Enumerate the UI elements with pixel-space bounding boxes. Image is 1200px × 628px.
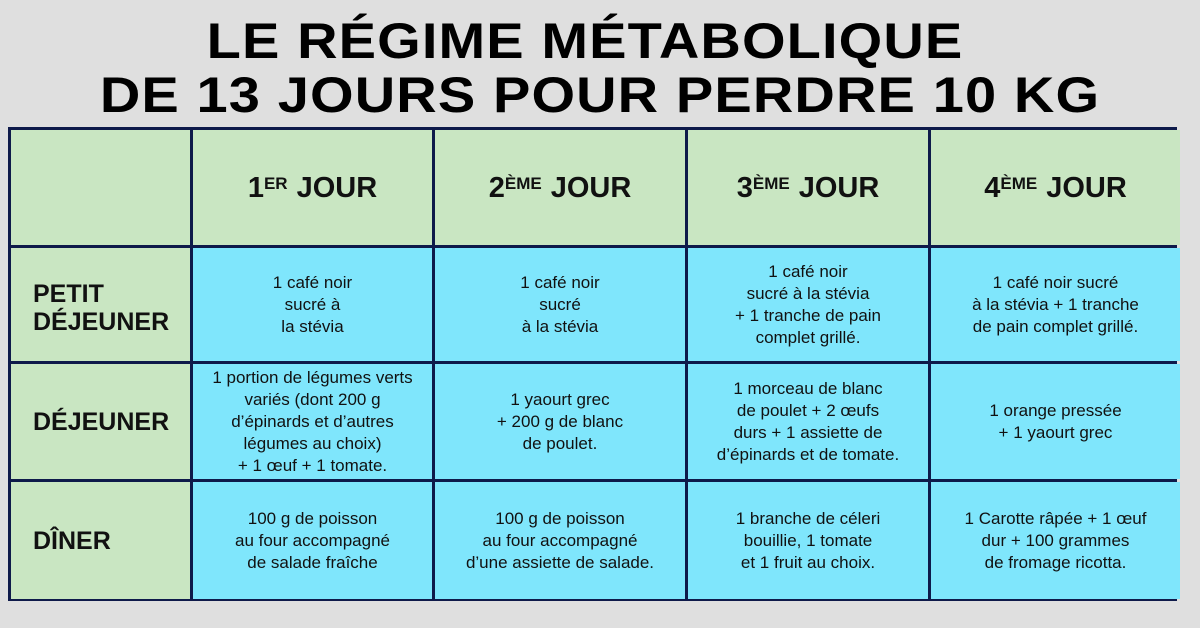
day-suffix: ER (263, 173, 288, 193)
day-header-3: 3 ÈME JOUR (688, 130, 928, 245)
day-number: 2 (488, 171, 505, 204)
meal-label-breakfast: PETIT DÉJEUNER (11, 248, 190, 361)
title-line-2: DE 13 JOURS POUR PERDRE 10 KG (99, 67, 1101, 123)
day-header-1: 1 ER JOUR (193, 130, 432, 245)
meal-cell: 100 g de poisson au four accompagné de s… (193, 482, 432, 599)
meal-cell: 1 café noir sucré à la stévia + 1 tranch… (688, 248, 928, 361)
day-label: JOUR (550, 171, 632, 204)
day-label: JOUR (1046, 171, 1127, 204)
meal-cell: 1 branche de céleri bouillie, 1 tomate e… (688, 482, 928, 599)
day-header-4: 4 ÈME JOUR (931, 130, 1180, 245)
day-number: 1 (247, 171, 264, 204)
day-suffix: ÈME (504, 173, 542, 193)
meal-cell: 1 café noir sucré à la stévia (193, 248, 432, 361)
meal-cell: 1 morceau de blanc de poulet + 2 œufs du… (688, 364, 928, 479)
meal-cell: 1 orange pressée + 1 yaourt grec (931, 364, 1180, 479)
meal-label-dinner: DÎNER (11, 482, 190, 599)
meal-plan-table: 1 ER JOUR 2 ÈME JOUR 3 ÈME JOUR 4 ÈME JOUR PETIT… (8, 127, 1180, 601)
corner-cell (11, 130, 190, 245)
day-header-2: 2 ÈME JOUR (435, 130, 685, 245)
meal-cell: 100 g de poisson au four accompagné d’un… (435, 482, 685, 599)
meal-cell: 1 yaourt grec + 200 g de blanc de poulet… (435, 364, 685, 479)
day-label: JOUR (798, 171, 880, 204)
day-suffix: ÈME (1000, 173, 1038, 193)
meal-cell: 1 café noir sucré à la stévia (435, 248, 685, 361)
meal-cell: 1 portion de légumes verts variés (dont … (193, 364, 432, 479)
meal-cell: 1 Carotte râpée + 1 œuf dur + 100 gramme… (931, 482, 1180, 599)
day-number: 4 (984, 171, 1001, 204)
day-number: 3 (736, 171, 753, 204)
page-title: LE RÉGIME MÉTABOLIQUE DE 13 JOURS POUR P… (0, 14, 1200, 122)
day-label: JOUR (296, 171, 378, 204)
meal-cell: 1 café noir sucré à la stévia + 1 tranch… (931, 248, 1180, 361)
day-suffix: ÈME (752, 173, 790, 193)
meal-label-lunch: DÉJEUNER (11, 364, 190, 479)
title-line-1: LE RÉGIME MÉTABOLIQUE (206, 13, 964, 69)
